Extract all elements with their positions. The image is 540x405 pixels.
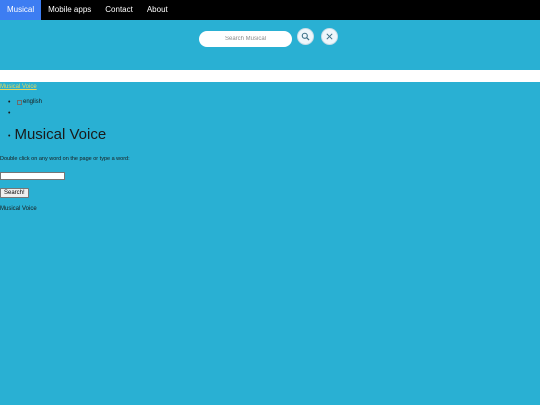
language-flag-english[interactable]: english	[17, 97, 42, 108]
white-band	[0, 70, 540, 82]
page-title: Musical Voice	[14, 126, 107, 143]
language-alt-text: english	[23, 99, 43, 105]
list-item: english	[8, 97, 42, 108]
footer-text: Musical Voice	[0, 206, 37, 212]
close-icon	[326, 33, 333, 40]
word-input[interactable]	[0, 172, 65, 180]
top-nav: Musical Mobile apps Contact About	[0, 0, 540, 20]
list-item	[8, 108, 42, 119]
search-submit-button[interactable]: Search!	[0, 188, 29, 198]
search-button[interactable]	[297, 28, 314, 45]
nav-item-contact[interactable]: Contact	[98, 0, 140, 20]
title-row: • Musical Voice	[8, 126, 106, 143]
bullet: •	[8, 133, 11, 140]
instruction-text: Double click on any word on the page or …	[0, 156, 130, 162]
language-list: english	[8, 97, 42, 119]
nav-item-about[interactable]: About	[140, 0, 175, 20]
musical-voice-link[interactable]: Musical Voice	[0, 84, 37, 90]
search-icon	[301, 32, 310, 41]
search-input[interactable]	[199, 31, 292, 47]
close-button[interactable]	[321, 28, 338, 45]
nav-item-musical[interactable]: Musical	[0, 0, 42, 20]
search-area	[0, 20, 540, 70]
broken-image-icon	[17, 100, 22, 105]
nav-item-mobile-apps[interactable]: Mobile apps	[41, 0, 98, 20]
